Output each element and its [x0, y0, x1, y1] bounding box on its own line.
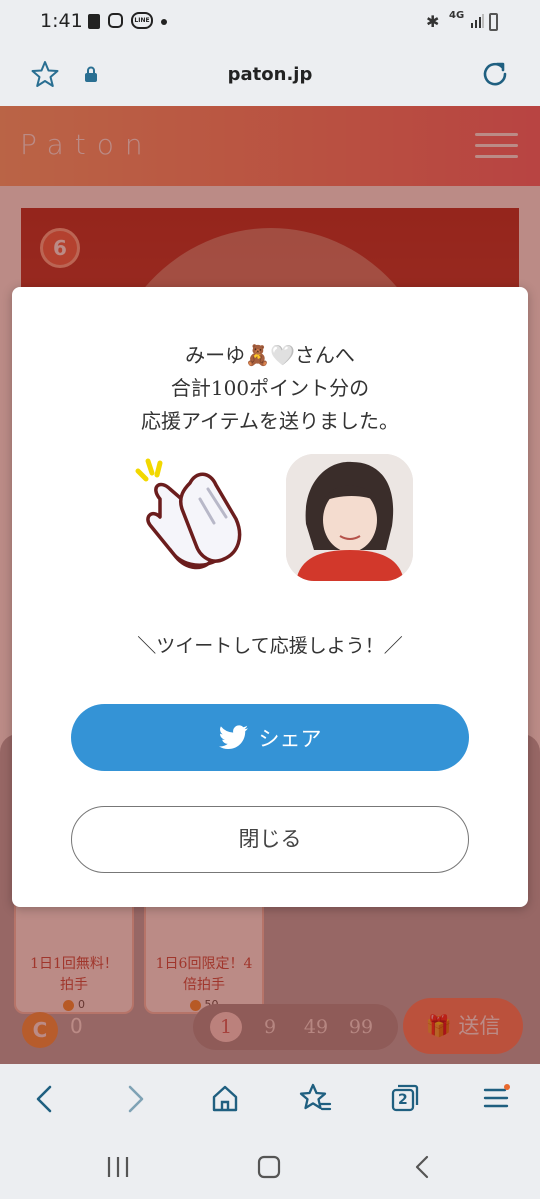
more-notifications-dot	[161, 19, 167, 25]
line-icon: LINE	[131, 12, 153, 29]
tabs-button[interactable]: 2	[390, 1083, 420, 1113]
forward-arrow-icon[interactable]	[124, 1084, 148, 1114]
url-text[interactable]: paton.jp	[0, 64, 540, 85]
browser-toolbar: 2	[0, 1064, 540, 1132]
menu-icon[interactable]	[482, 1084, 510, 1112]
system-back-icon[interactable]	[410, 1154, 436, 1180]
tab-count: 2	[398, 1092, 408, 1108]
notification-icon	[88, 14, 100, 29]
back-arrow-icon[interactable]	[32, 1084, 56, 1114]
clock: 1:41	[40, 10, 83, 32]
twitter-bird-icon	[218, 724, 248, 749]
dialog-sent-message: 応援アイテムを送りました。	[141, 409, 399, 433]
share-label: シェア	[258, 726, 322, 751]
signal-icon	[471, 14, 484, 28]
clapping-hands-icon	[135, 458, 242, 570]
battery-icon	[489, 13, 498, 31]
support-sent-dialog: みーゆ🧸🤍さんへ 合計100ポイント分の 応援アイテムを送りました。 ＼ツイート…	[12, 287, 528, 907]
recent-apps-icon[interactable]	[105, 1154, 131, 1180]
dialog-points: 合計100ポイント分の	[170, 376, 370, 400]
home-button-icon[interactable]	[256, 1154, 282, 1180]
tweet-prompt: ＼ツイートして応援しよう！／	[137, 635, 403, 657]
dialog-recipient: みーゆ🧸🤍さんへ	[185, 343, 355, 367]
network-indicator: 4G	[449, 10, 465, 21]
system-nav-bar	[0, 1132, 540, 1199]
browser-url-bar: paton.jp	[0, 44, 540, 106]
web-page: Paton 6 1日1回無料！拍手 0 1日6回限定！4倍拍手 50 C 0 1…	[0, 106, 540, 1064]
instagram-icon	[108, 13, 123, 28]
recipient-avatar	[286, 454, 413, 581]
twitter-share-button[interactable]: シェア	[71, 704, 469, 771]
close-dialog-button[interactable]: 閉じる	[71, 806, 469, 873]
status-bar: 1:41 LINE ✱ 4G	[0, 0, 540, 44]
bookmarks-icon[interactable]	[298, 1082, 332, 1114]
bluetooth-icon: ✱	[426, 12, 440, 31]
reload-icon[interactable]	[480, 59, 510, 89]
home-icon[interactable]	[210, 1083, 240, 1113]
